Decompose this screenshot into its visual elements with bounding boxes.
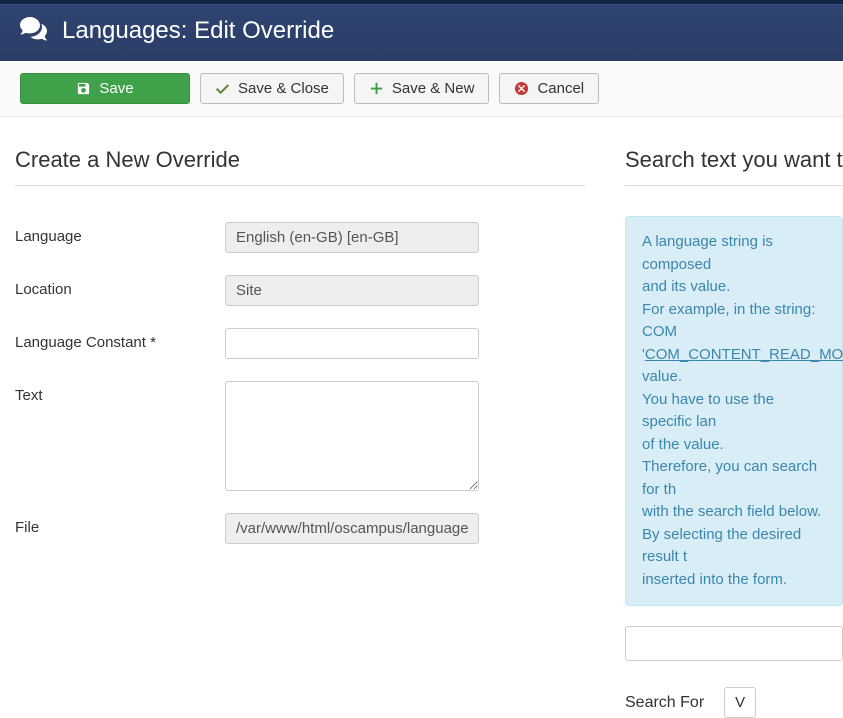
search-input[interactable] <box>625 626 843 661</box>
search-for-label: Search For <box>625 694 704 712</box>
save-button[interactable]: Save <box>20 73 190 104</box>
comments-icon <box>20 17 48 45</box>
language-label: Language <box>15 222 225 245</box>
text-field[interactable] <box>225 381 479 491</box>
save-new-button[interactable]: Save & New <box>354 73 490 104</box>
page-title: Languages: Edit Override <box>62 17 334 45</box>
form-panel: Create a New Override Language Location … <box>15 147 585 718</box>
constant-field[interactable] <box>225 328 479 359</box>
form-heading: Create a New Override <box>15 147 585 186</box>
search-panel: Search text you want to A language strin… <box>625 147 843 718</box>
language-field <box>225 222 479 253</box>
toolbar: Save Save & Close Save & New Cancel <box>0 61 843 117</box>
cancel-button[interactable]: Cancel <box>499 73 599 104</box>
save-close-button[interactable]: Save & Close <box>200 73 344 104</box>
location-label: Location <box>15 275 225 298</box>
file-field <box>225 513 479 544</box>
location-field <box>225 275 479 306</box>
file-label: File <box>15 513 225 536</box>
plus-icon <box>369 81 384 96</box>
constant-label: Language Constant * <box>15 328 225 351</box>
save-icon <box>76 81 91 96</box>
page-header: Languages: Edit Override <box>0 4 843 61</box>
search-for-select[interactable]: V <box>724 687 756 718</box>
search-heading: Search text you want to <box>625 147 843 186</box>
check-icon <box>215 81 230 96</box>
info-box: A language string is composed and its va… <box>625 216 843 606</box>
text-label: Text <box>15 381 225 404</box>
cancel-icon <box>514 81 529 96</box>
